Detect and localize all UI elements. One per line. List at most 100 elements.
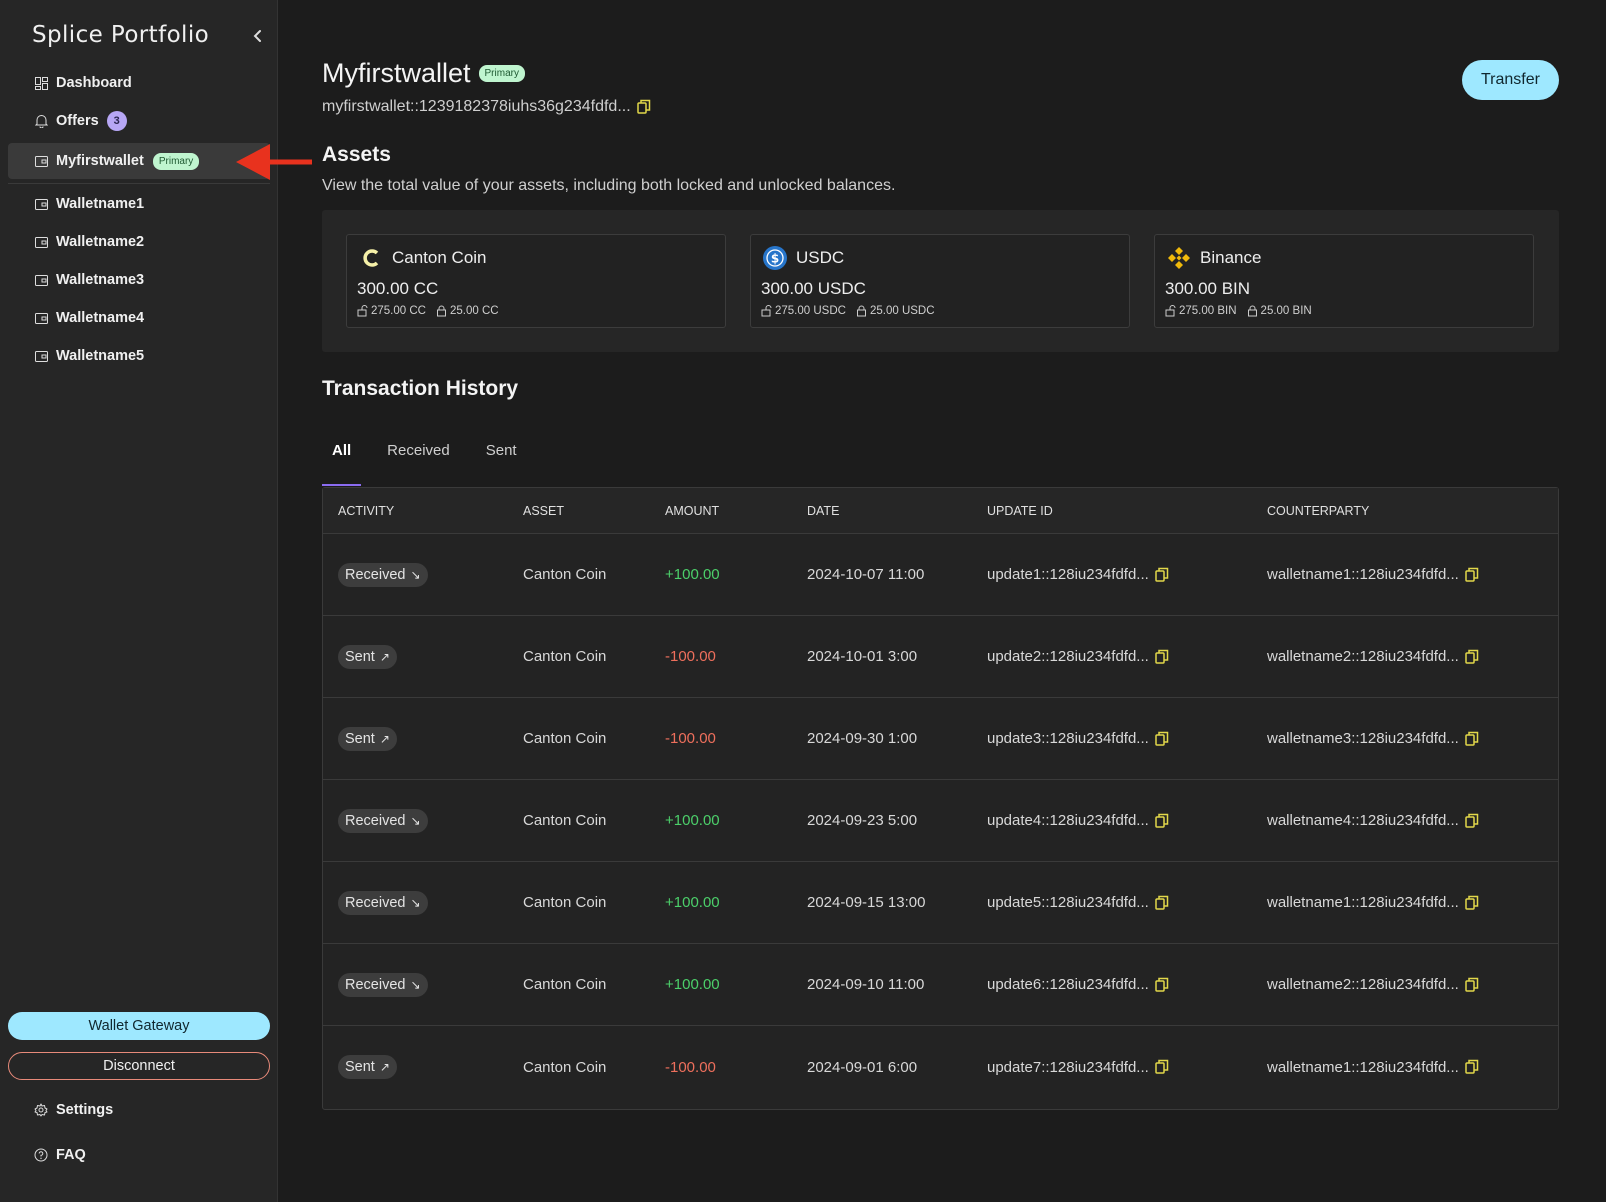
asset-unlocked: 275.00 USDC [775, 305, 846, 317]
copy-icon[interactable] [1465, 649, 1481, 665]
counterparty-cell: walletname2::128iu234fdfd... [1267, 976, 1557, 993]
update-id-cell: update7::128iu234fdfd... [987, 1059, 1267, 1076]
date-cell: 2024-09-15 13:00 [807, 894, 926, 911]
asset-name: USDC [796, 248, 845, 267]
table-row[interactable]: Sent ↗ Canton Coin -100.00 2024-09-01 6:00 up… [323, 1026, 1558, 1108]
copy-icon[interactable] [1465, 1059, 1481, 1075]
assets-title: Assets [322, 143, 391, 166]
asset-locked: 25.00 BIN [1260, 305, 1312, 317]
copy-icon[interactable] [1155, 813, 1171, 829]
unlock-icon [761, 305, 772, 317]
activity-cell: Received ↘ [323, 562, 523, 587]
table-row[interactable]: Received ↘ Canton Coin +100.00 2024-09-23 5:… [323, 780, 1558, 862]
update-id-cell: update3::128iu234fdfd... [987, 730, 1267, 747]
counterparty-cell: walletname2::128iu234fdfd... [1267, 648, 1557, 665]
asset-card-binance[interactable]: Binance 300.00 BIN 275.00 BIN 25.00 BIN [1154, 234, 1534, 328]
brand-title: Splice Portfolio [32, 22, 210, 48]
date-cell: 2024-09-10 11:00 [807, 976, 925, 993]
nav-walletname3[interactable]: Walletname3 [8, 262, 270, 298]
offers-count-badge: 3 [106, 111, 127, 131]
update-id-cell: update1::128iu234fdfd... [987, 566, 1267, 583]
svg-text:$: $ [771, 252, 779, 266]
activity-badge: Sent ↗ [338, 726, 397, 751]
copy-icon[interactable] [1155, 1059, 1171, 1075]
table-row[interactable]: Sent ↗ Canton Coin -100.00 2024-09-30 1:00 up… [323, 698, 1558, 780]
copy-icon[interactable] [1155, 731, 1171, 747]
counterparty-cell: walletname1::128iu234fdfd... [1267, 1059, 1557, 1076]
date-cell: 2024-09-30 1:00 [807, 730, 918, 747]
table-row[interactable]: Sent ↗ Canton Coin -100.00 2024-10-01 3:00 up… [323, 616, 1558, 698]
nav-label: Walletname1 [56, 196, 145, 212]
table-row[interactable]: Received ↘ Canton Coin +100.00 2024-09-10 11… [323, 944, 1558, 1026]
date-cell: 2024-10-07 11:00 [807, 566, 925, 583]
nav-walletname2[interactable]: Walletname2 [8, 224, 270, 260]
assets-subtitle: View the total value of your assets, inc… [322, 177, 896, 194]
lock-icon [856, 305, 866, 317]
activity-label: Sent [345, 648, 375, 665]
copy-icon[interactable] [1155, 977, 1171, 993]
disconnect-button[interactable]: Disconnect [8, 1052, 270, 1080]
asset-cell: Canton Coin [523, 1058, 607, 1076]
wallet-address: myfirstwallet::1239182378iuhs36g234fdfd.… [322, 98, 653, 116]
copy-icon[interactable] [1465, 977, 1481, 993]
asset-name: Binance [1200, 248, 1262, 267]
binance-icon [1166, 245, 1192, 271]
nav-label: Walletname5 [56, 348, 145, 364]
copy-icon[interactable] [1155, 895, 1171, 911]
counterparty-text: walletname2::128iu234fdfd... [1267, 976, 1459, 993]
column-header: DATE [807, 503, 840, 518]
dashboard-icon [34, 76, 48, 90]
nav-offers[interactable]: Offers 3 [8, 103, 270, 139]
arrow-up-right-icon: ↗ [379, 649, 390, 664]
counterparty-text: walletname1::128iu234fdfd... [1267, 566, 1459, 583]
unlock-icon [1165, 305, 1176, 317]
nav-faq[interactable]: FAQ [8, 1137, 270, 1173]
tab-sent[interactable]: Sent [476, 432, 527, 486]
copy-icon[interactable] [1465, 567, 1481, 583]
annotation-arrow-icon [236, 144, 312, 180]
activity-badge: Received ↘ [338, 972, 428, 997]
amount-cell: +100.00 [665, 566, 720, 583]
copy-icon[interactable] [1155, 649, 1171, 665]
nav-walletname5[interactable]: Walletname5 [8, 338, 270, 374]
asset-card-canton-coin[interactable]: Canton Coin 300.00 CC 275.00 CC 25.00 CC [346, 234, 726, 328]
copy-icon[interactable] [1465, 731, 1481, 747]
asset-total: 300.00 BIN [1165, 279, 1251, 298]
asset-cell: Canton Coin [523, 976, 607, 993]
arrow-down-right-icon: ↘ [410, 567, 421, 582]
amount-cell: +100.00 [665, 812, 720, 829]
nav-label: FAQ [56, 1147, 86, 1163]
update-id-cell: update6::128iu234fdfd... [987, 976, 1267, 993]
activity-badge: Received ↘ [338, 890, 428, 915]
tab-all[interactable]: All [322, 432, 362, 486]
copy-icon[interactable] [1465, 895, 1481, 911]
copy-icon[interactable] [1155, 567, 1171, 583]
asset-cell: Canton Coin [523, 894, 607, 911]
transfer-button[interactable]: Transfer [1462, 60, 1559, 100]
activity-label: Sent [345, 730, 375, 747]
arrow-up-right-icon: ↗ [379, 731, 390, 746]
table-row[interactable]: Received ↘ Canton Coin +100.00 2024-10-07 11… [323, 534, 1558, 616]
nav-walletname1[interactable]: Walletname1 [8, 186, 270, 222]
wallet-icon [34, 197, 48, 211]
activity-label: Received [345, 566, 406, 583]
nav-dashboard[interactable]: Dashboard [8, 65, 270, 101]
primary-badge: Primary [478, 65, 525, 82]
counterparty-cell: walletname1::128iu234fdfd... [1267, 894, 1557, 911]
asset-cell: Canton Coin [523, 648, 607, 665]
nav-walletname4[interactable]: Walletname4 [8, 300, 270, 336]
collapse-sidebar-icon[interactable] [248, 26, 268, 46]
asset-card-usdc[interactable]: $ USDC 300.00 USDC 275.00 USDC 25.00 USD… [750, 234, 1130, 328]
copy-icon[interactable] [1465, 813, 1481, 829]
wallet-gateway-button[interactable]: Wallet Gateway [8, 1012, 270, 1040]
column-header: ASSET [523, 503, 564, 518]
tab-received[interactable]: Received [377, 432, 460, 486]
nav-label: Walletname3 [56, 272, 145, 288]
lock-icon [1247, 305, 1257, 317]
copy-icon[interactable] [636, 99, 653, 115]
table-row[interactable]: Received ↘ Canton Coin +100.00 2024-09-15 13… [323, 862, 1558, 944]
nav-settings[interactable]: Settings [8, 1092, 270, 1128]
activity-badge: Sent ↗ [338, 1055, 397, 1079]
nav-myfirstwallet[interactable]: Myfirstwallet Primary [8, 143, 270, 179]
asset-locked: 25.00 USDC [869, 305, 935, 317]
